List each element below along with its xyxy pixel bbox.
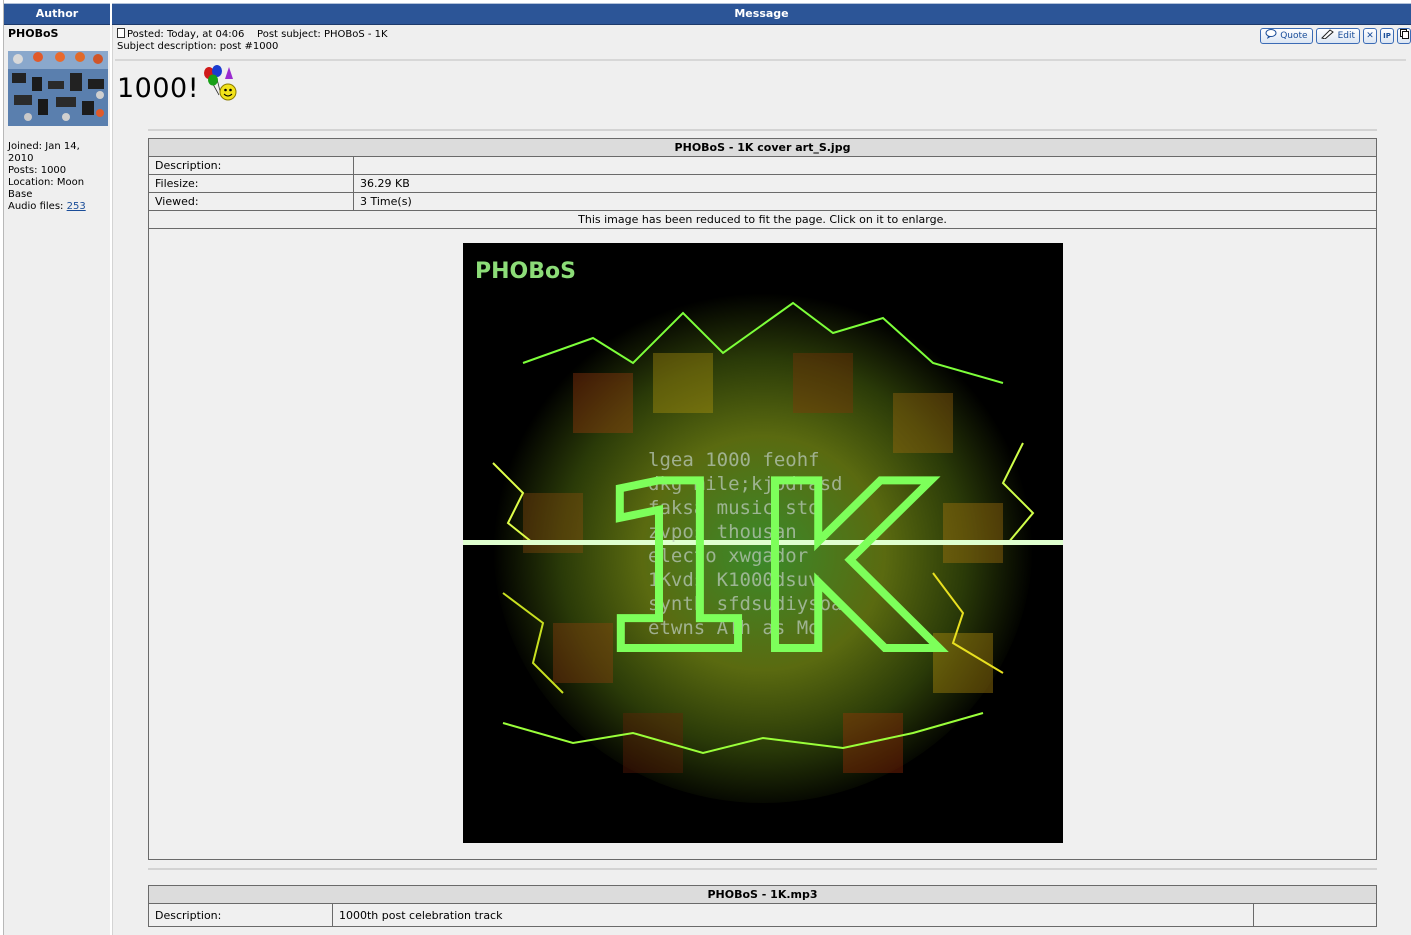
post-meta: Posted: Today, at 04:06 Post subject: PH… [117,28,388,53]
attachment-resize-notice: This image has been reduced to fit the p… [148,210,1377,229]
attachment-divider [148,129,1377,131]
post-body-text: 1000! [117,73,200,104]
subject-description-value: post #1000 [219,41,279,52]
post-document-icon [117,28,125,38]
attachment-viewed-label: Viewed: [148,192,354,211]
attachment-description-value [353,156,1377,175]
audio-player-cell [1253,903,1377,927]
attachment-filesize-value: 36.29 KB [353,174,1377,193]
attachment-description-label: Description: [148,156,354,175]
subject-value: PHOBoS - 1K [323,29,388,40]
attachment-audio-filename: PHOBoS - 1K.mp3 [148,885,1377,904]
attachment-image-filename: PHOBoS - 1K cover art_S.jpg [148,138,1377,157]
cover-art-image[interactable]: lgea 1000 feohf dkg mile;kjpdrasd faksa … [462,243,1063,843]
posted-label: Posted: [127,29,164,40]
delete-button[interactable]: ✕ [1363,28,1377,44]
copy-icon [1399,28,1409,44]
attachment-audio-table: PHOBoS - 1K.mp3 Description: 1000th post… [148,885,1377,927]
avatar [8,51,108,126]
edit-icon [1320,28,1335,44]
quote-label: Quote [1280,31,1308,41]
subject-description-label: Subject description: [117,41,217,52]
message-panel: Posted: Today, at 04:06 Post subject: PH… [112,25,1411,935]
cover-logo: 1K [593,436,939,703]
message-column-header: Message [112,3,1411,25]
author-column-header: Author [4,3,110,25]
audio-files-label: Audio files: [8,201,64,212]
report-button[interactable] [1397,28,1411,44]
attachment-image-cell: lgea 1000 feohf dkg mile;kjpdrasd faksa … [148,228,1377,860]
attachment-filesize-label: Filesize: [148,174,354,193]
quote-icon [1265,28,1277,44]
cover-title: PHOBoS [475,259,576,284]
posts-value: 1000 [40,165,67,176]
attachment-image-table: PHOBoS - 1K cover art_S.jpg Description:… [148,138,1377,860]
posts-label: Posts: [8,165,38,176]
audio-description-value: 1000th post celebration track [332,903,1254,927]
audio-description-label: Description: [148,903,333,927]
author-panel: PHOBoS Joined: Jan 14, 2010 Posts: 1000 … [4,25,110,935]
edit-label: Edit [1337,31,1355,41]
delete-icon: ✕ [1366,31,1374,41]
posted-value: Today, at 04:06 [166,29,245,40]
quote-button[interactable]: Quote [1260,28,1313,44]
attachment-divider-2 [148,868,1377,870]
ip-label: IP [1383,32,1391,40]
post-header-divider [115,59,1406,61]
subject-label: Post subject: [257,29,321,40]
author-username[interactable]: PHOBoS [8,27,58,40]
edit-button[interactable]: Edit [1315,28,1360,44]
ip-button[interactable]: IP [1380,28,1394,44]
location-label: Location: [8,177,54,188]
joined-label: Joined: [8,141,43,152]
attachment-viewed-value: 3 Time(s) [353,192,1377,211]
post-actions: Quote Edit ✕ IP [1260,28,1411,44]
party-smiley-icon [199,65,243,103]
author-info: Joined: Jan 14, 2010 Posts: 1000 Locatio… [8,141,108,213]
audio-files-link[interactable]: 253 [67,201,86,212]
